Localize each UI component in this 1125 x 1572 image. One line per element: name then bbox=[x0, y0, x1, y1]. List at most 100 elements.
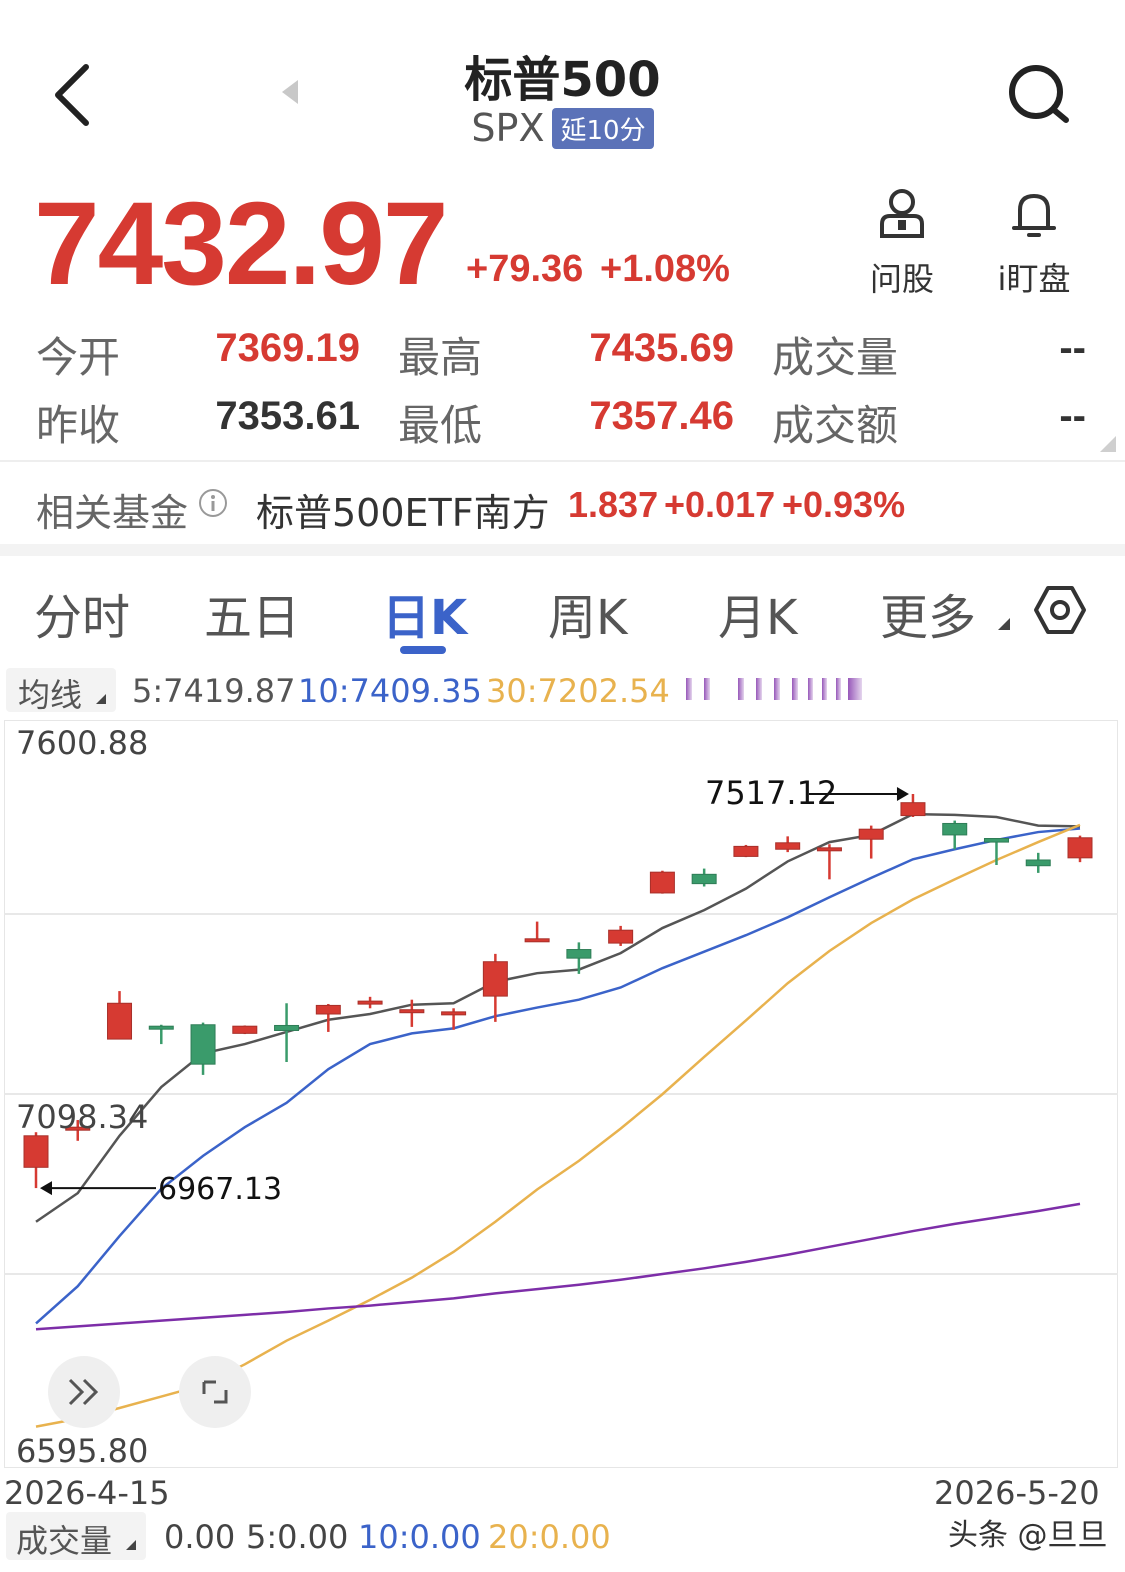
volume-label: 成交量 bbox=[772, 333, 899, 382]
fund-name[interactable]: 标普500ETF南方 bbox=[256, 482, 550, 537]
candle-body bbox=[691, 873, 717, 885]
ma-selector-label: 均线 bbox=[18, 676, 83, 714]
candle-body bbox=[23, 1135, 49, 1168]
candle-body bbox=[1025, 859, 1051, 867]
prev-close-label: 昨收 bbox=[36, 401, 121, 450]
candle-body bbox=[148, 1025, 174, 1030]
delay-badge: 延10分 bbox=[552, 107, 654, 149]
page-title: 标普500 bbox=[464, 52, 661, 108]
tab-five-day[interactable]: 五日 bbox=[204, 578, 300, 648]
open-label: 今开 bbox=[36, 333, 121, 382]
current-price: 7432.97 bbox=[34, 178, 449, 310]
divider bbox=[0, 460, 1125, 462]
volume-indicator-button[interactable]: 成交量 bbox=[6, 1512, 146, 1560]
tab-intraday[interactable]: 分时 bbox=[34, 578, 130, 648]
candlestick-chart[interactable]: 7517.12 6967.13 7600.88 7098.34 6595.80 bbox=[4, 720, 1118, 1468]
candle-body bbox=[816, 847, 842, 852]
x-axis-end-label: 2026-5-20 bbox=[934, 1474, 1100, 1512]
candle-body bbox=[983, 838, 1009, 843]
volume-ma20: 20:0.00 bbox=[488, 1518, 611, 1556]
candle-body bbox=[608, 929, 634, 944]
volume-ma5: 5:0.00 bbox=[246, 1518, 349, 1556]
tab-daily-k[interactable]: 日K bbox=[382, 578, 467, 648]
candle-body bbox=[441, 1011, 467, 1016]
candle-body bbox=[1067, 837, 1093, 859]
open-value: 7369.19 bbox=[215, 326, 360, 370]
candle-body bbox=[858, 828, 884, 840]
candle-body bbox=[107, 1002, 133, 1040]
tab-monthly-k[interactable]: 月K bbox=[718, 578, 797, 648]
volume-ma10: 10:0.00 bbox=[358, 1518, 481, 1556]
search-button[interactable] bbox=[1000, 60, 1080, 130]
fund-change-percent: +0.93% bbox=[782, 484, 906, 525]
ma-selector-button[interactable]: 均线 bbox=[6, 668, 116, 714]
candle bbox=[649, 870, 675, 894]
tab-weekly-k[interactable]: 周K bbox=[548, 578, 627, 648]
candle-body bbox=[775, 842, 801, 850]
candle bbox=[232, 1025, 258, 1035]
stock-subtitle: SPX 延10分 bbox=[0, 106, 1125, 150]
candle-body bbox=[524, 938, 550, 943]
chart-settings-button[interactable] bbox=[1032, 582, 1088, 638]
min-price-annotation: 6967.13 bbox=[158, 1172, 282, 1207]
candle-body bbox=[566, 949, 592, 959]
x-axis-start-label: 2026-4-15 bbox=[4, 1474, 170, 1512]
ma10-value: 10:7409.35 bbox=[298, 672, 482, 710]
collapse-panel-button[interactable] bbox=[48, 1356, 120, 1428]
candle-body bbox=[482, 961, 508, 997]
person-question-icon bbox=[880, 189, 924, 238]
candle bbox=[733, 844, 759, 858]
related-fund-label: 相关基金 bbox=[36, 491, 189, 535]
volume-value: -- bbox=[1059, 326, 1086, 370]
more-dropdown-icon bbox=[998, 618, 1010, 630]
ma30-value: 30:7202.54 bbox=[486, 672, 670, 710]
section-divider bbox=[0, 544, 1125, 556]
volume-total: 0.00 bbox=[164, 1518, 236, 1556]
ask-stock-label: 问股 bbox=[869, 260, 934, 298]
watch-label: i盯盘 bbox=[997, 260, 1071, 298]
expand-stats-corner-icon[interactable] bbox=[1100, 436, 1116, 452]
ask-stock-button[interactable]: 问股 bbox=[842, 184, 962, 300]
candle-body bbox=[274, 1024, 300, 1031]
amount-value: -- bbox=[1059, 394, 1086, 438]
hexagon-settings-icon bbox=[1034, 586, 1086, 634]
fullscreen-button[interactable] bbox=[179, 1356, 251, 1428]
fund-price: 1.837 bbox=[568, 484, 659, 525]
price-change-percent: +1.08% bbox=[600, 248, 730, 290]
candle-body bbox=[900, 802, 926, 817]
bell-icon bbox=[1012, 194, 1056, 237]
stock-code: SPX bbox=[471, 106, 545, 150]
dropdown-corner-icon bbox=[96, 694, 106, 704]
watermark: 头条 @旦旦 bbox=[948, 1518, 1108, 1553]
candle-body bbox=[315, 1004, 341, 1015]
low-label: 最低 bbox=[398, 401, 483, 450]
tab-more[interactable]: 更多 bbox=[880, 578, 976, 648]
candle-body bbox=[232, 1025, 258, 1034]
candle-body bbox=[649, 871, 675, 894]
more-ma-values-faded bbox=[686, 678, 862, 700]
active-tab-indicator bbox=[400, 646, 446, 654]
max-price-annotation: 7517.12 bbox=[705, 774, 837, 812]
candle-body bbox=[190, 1024, 216, 1065]
y-tick-mid: 7098.34 bbox=[16, 1098, 148, 1136]
prev-close-value: 7353.61 bbox=[215, 394, 360, 438]
candle bbox=[1067, 835, 1093, 863]
watch-button[interactable]: i盯盘 bbox=[974, 184, 1094, 300]
candle-body bbox=[942, 822, 968, 836]
amount-label: 成交额 bbox=[772, 401, 899, 450]
high-label: 最高 bbox=[398, 333, 483, 382]
candle-body bbox=[733, 845, 759, 857]
dropdown-corner-icon bbox=[126, 1540, 136, 1550]
y-tick-min: 6595.80 bbox=[16, 1432, 148, 1468]
candle-body bbox=[357, 1000, 383, 1005]
candle-body bbox=[399, 1009, 425, 1014]
y-tick-max: 7600.88 bbox=[16, 724, 148, 762]
volume-indicator-label: 成交量 bbox=[16, 1522, 113, 1560]
search-icon bbox=[1009, 65, 1069, 123]
price-change: +79.36 bbox=[466, 248, 584, 290]
high-value: 7435.69 bbox=[589, 326, 734, 370]
info-icon[interactable] bbox=[198, 488, 228, 518]
low-value: 7357.46 bbox=[589, 394, 734, 438]
ma5-value: 5:7419.87 bbox=[132, 672, 296, 710]
fund-change: +0.017 bbox=[664, 484, 776, 525]
